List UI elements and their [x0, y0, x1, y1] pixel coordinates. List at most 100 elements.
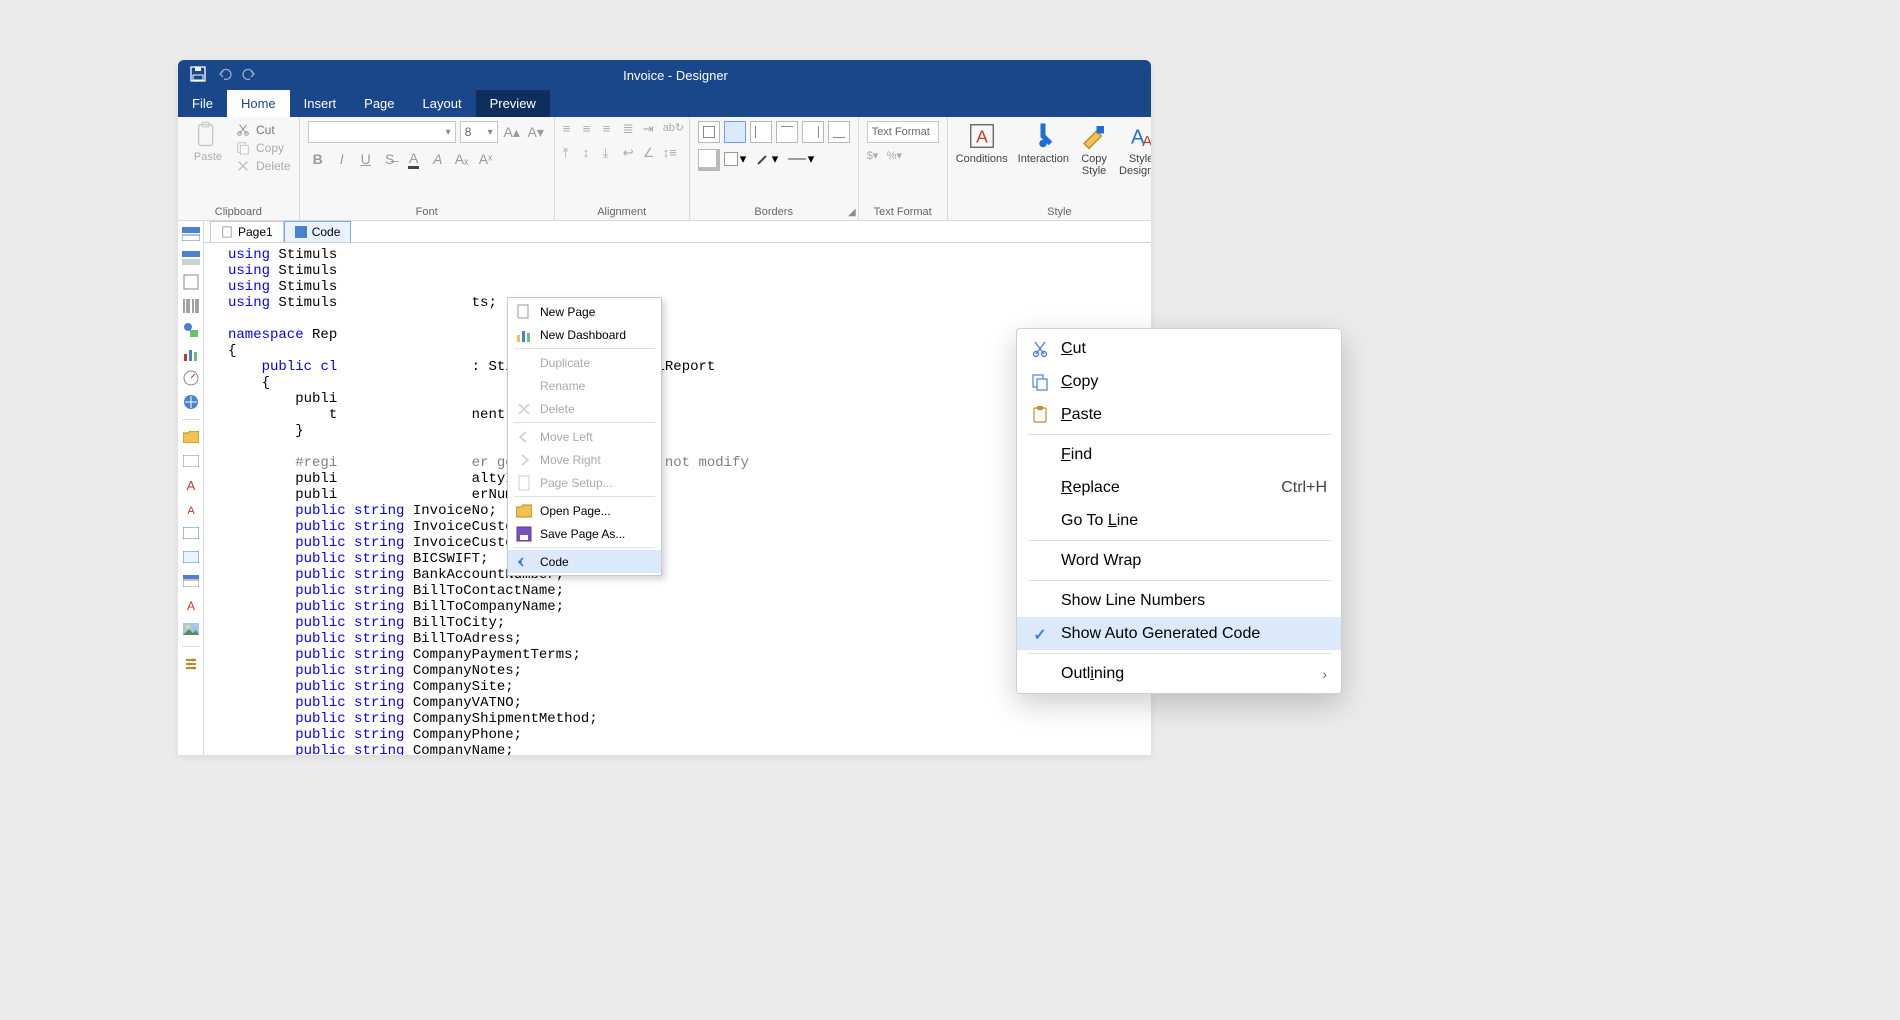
borders-launcher-icon[interactable]: ◢ — [848, 207, 856, 218]
text-angle-icon[interactable]: ∠ — [643, 145, 661, 163]
valign-top-icon[interactable]: ⤒ — [563, 145, 581, 163]
tab-file[interactable]: File — [178, 90, 227, 117]
toolbox-image-icon[interactable] — [180, 618, 202, 640]
strike-button[interactable]: S̶ — [380, 149, 400, 169]
align-right-icon[interactable]: ≡ — [603, 121, 621, 139]
underline-button[interactable]: U — [356, 149, 376, 169]
toolbox-blue1-icon[interactable] — [180, 522, 202, 544]
align-justify-icon[interactable]: ≣ — [623, 121, 641, 139]
code-editor[interactable]: using Stimuls using Stimuls using Stimul… — [204, 243, 1151, 755]
ctx-code-toggle[interactable]: Code — [508, 550, 661, 573]
grow-font-icon[interactable]: A▴ — [502, 122, 522, 142]
toolbox-data-icon[interactable] — [180, 570, 202, 592]
border-all-button[interactable] — [698, 121, 720, 143]
italic-button[interactable]: I — [332, 149, 352, 169]
paste-button[interactable]: Paste — [186, 121, 230, 163]
toolbox-blue2-icon[interactable] — [180, 546, 202, 568]
toolbox-crossband-icon[interactable] — [180, 247, 202, 269]
conditions-button[interactable]: A Conditions — [956, 121, 1008, 165]
ctx-new-dashboard[interactable]: New Dashboard — [508, 323, 661, 346]
ctx-move-right: Move Right — [508, 448, 661, 471]
toolbox-text-ab-icon[interactable]: A — [180, 498, 202, 520]
ctx2-copy[interactable]: Copy — [1017, 365, 1341, 398]
border-top-button[interactable] — [776, 121, 798, 143]
align-left-icon[interactable]: ≡ — [563, 121, 581, 139]
ctx-open-page[interactable]: Open Page... — [508, 499, 661, 522]
tab-insert[interactable]: Insert — [290, 90, 351, 117]
clear-format-button[interactable]: A — [428, 149, 448, 169]
tab-layout[interactable]: Layout — [409, 90, 476, 117]
ctx-duplicate: Duplicate — [508, 351, 661, 374]
redo-icon[interactable] — [242, 66, 258, 85]
shrink-font-icon[interactable]: A▾ — [526, 122, 546, 142]
textformat-combo[interactable]: Text Format — [867, 121, 939, 143]
border-style-button[interactable]: ▾ — [788, 149, 816, 169]
wordwrap-icon[interactable]: ↩ — [623, 145, 641, 163]
fill-color-button[interactable]: ▾ — [724, 149, 752, 169]
ribbon-group-alignment: ≡ ≡ ≡ ≣ ⇥ ab↻ ⤒ ↕ ⤓ ↩ ∠ ↕≡ Alignment — [555, 117, 690, 220]
font-size-combo[interactable]: 8▾ — [460, 121, 498, 143]
tab-preview[interactable]: Preview — [476, 90, 550, 117]
ctx2-paste[interactable]: Paste — [1017, 398, 1341, 431]
border-none-button[interactable] — [724, 121, 746, 143]
toolbox-settings-icon[interactable] — [180, 653, 202, 675]
copy-style-button[interactable]: Copy Style — [1079, 121, 1109, 177]
toolbox-map-icon[interactable] — [180, 391, 202, 413]
ctx2-show-line-numbers[interactable]: Show Line Numbers — [1017, 584, 1341, 617]
delete-button[interactable]: Delete — [236, 159, 291, 173]
border-color-button[interactable]: ▾ — [756, 149, 784, 169]
toolbox-band-icon[interactable] — [180, 223, 202, 245]
ctx-save-page-as[interactable]: Save Page As... — [508, 522, 661, 545]
border-bottom-button[interactable] — [828, 121, 850, 143]
ribbon-group-font: ▾ 8▾ A▴ A▾ B I U S̶ A A Aₓ Aˣ Font — [300, 117, 555, 220]
ctx2-goto-line[interactable]: Go To Line — [1017, 504, 1341, 537]
doctab-code[interactable]: Code — [284, 221, 352, 242]
subscript-button[interactable]: Aₓ — [452, 149, 472, 169]
rotate-icon[interactable]: ab↻ — [663, 121, 681, 139]
ctx-new-page[interactable]: New Page — [508, 300, 661, 323]
toolbox-text-a-icon[interactable]: A — [180, 474, 202, 496]
copy-button[interactable]: Copy — [236, 141, 291, 155]
valign-middle-icon[interactable]: ↕ — [583, 145, 601, 163]
font-color-button[interactable]: A — [404, 149, 424, 169]
doctab-page1[interactable]: Page1 — [210, 221, 284, 242]
toolbox-gauge-icon[interactable] — [180, 367, 202, 389]
valign-bottom-icon[interactable]: ⤓ — [603, 145, 621, 163]
toolbox-text2-icon[interactable]: A — [180, 594, 202, 616]
cut-button[interactable]: Cut — [236, 123, 291, 137]
toolbox-shapes-icon[interactable] — [180, 319, 202, 341]
tab-page[interactable]: Page — [350, 90, 408, 117]
font-family-combo[interactable]: ▾ — [308, 121, 456, 143]
ribbon-group-textformat: Text Format $▾ %▾ Text Format — [859, 117, 948, 220]
toolbox-item2-icon[interactable] — [180, 450, 202, 472]
ctx2-outlining[interactable]: Outlining› — [1017, 657, 1341, 690]
ctx2-word-wrap[interactable]: Word Wrap — [1017, 544, 1341, 577]
ctx2-show-auto-generated[interactable]: ✓Show Auto Generated Code — [1017, 617, 1341, 650]
ribbon-group-clipboard: Paste Cut Copy Delete Clipboard — [178, 117, 300, 220]
superscript-button[interactable]: Aˣ — [476, 149, 496, 169]
style-designer-button[interactable]: AA Style Designer — [1119, 121, 1151, 177]
undo-icon[interactable] — [216, 66, 232, 85]
document-tabstrip: Page1 Code — [204, 221, 1151, 243]
bold-button[interactable]: B — [308, 149, 328, 169]
svg-text:A: A — [976, 126, 988, 146]
ctx2-cut[interactable]: Cut — [1017, 332, 1341, 365]
tab-home[interactable]: Home — [227, 90, 290, 117]
toolbox-components-icon[interactable] — [180, 271, 202, 293]
toolbox-folder-icon[interactable] — [180, 426, 202, 448]
border-left-button[interactable] — [750, 121, 772, 143]
interaction-button[interactable]: Interaction — [1018, 121, 1069, 165]
toolbox-barcode-icon[interactable] — [180, 295, 202, 317]
percent-icon[interactable]: %▾ — [887, 149, 905, 167]
shadow-button[interactable] — [698, 149, 720, 171]
indent-icon[interactable]: ⇥ — [643, 121, 661, 139]
ctx2-find[interactable]: Find — [1017, 438, 1341, 471]
save-icon[interactable] — [190, 66, 206, 85]
svg-text:A: A — [186, 478, 195, 492]
border-right-button[interactable] — [802, 121, 824, 143]
line-spacing-icon[interactable]: ↕≡ — [663, 145, 681, 163]
currency-icon[interactable]: $▾ — [867, 149, 885, 167]
ctx2-replace[interactable]: ReplaceCtrl+H — [1017, 471, 1341, 504]
align-center-icon[interactable]: ≡ — [583, 121, 601, 139]
toolbox-chart-icon[interactable] — [180, 343, 202, 365]
